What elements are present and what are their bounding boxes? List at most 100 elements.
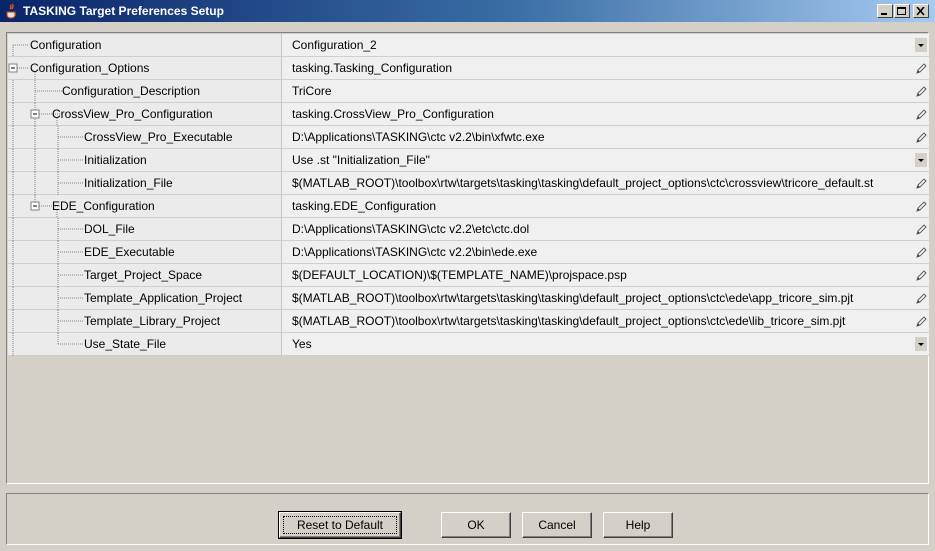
property-name: CrossView_Pro_Executable xyxy=(84,130,233,144)
property-value: $(MATLAB_ROOT)\toolbox\rtw\targets\taski… xyxy=(292,176,874,190)
property-row[interactable]: EDE_Executable D:\Applications\TASKING\ct… xyxy=(8,241,929,264)
pencil-edit-icon[interactable] xyxy=(915,245,927,259)
property-value: Configuration_2 xyxy=(292,38,377,52)
pencil-edit-icon[interactable] xyxy=(915,291,927,305)
property-row[interactable]: Template_Application_Project $(MATLAB_ROO… xyxy=(8,287,929,310)
property-value-cell[interactable]: $(DEFAULT_LOCATION)\$(TEMPLATE_NAME)\pro… xyxy=(282,264,929,286)
property-name: Target_Project_Space xyxy=(84,268,203,282)
pencil-edit-icon[interactable] xyxy=(915,314,927,328)
property-row[interactable]: Template_Library_Project $(MATLAB_ROOT)\t… xyxy=(8,310,929,333)
focus-rect xyxy=(283,516,397,534)
maximize-icon xyxy=(897,7,906,15)
property-row[interactable]: Initialization_File $(MATLAB_ROOT)\toolbo… xyxy=(8,172,929,195)
button-bar: Reset to Default OK Cancel Help xyxy=(6,493,929,545)
pencil-edit-icon[interactable] xyxy=(915,84,927,98)
close-icon xyxy=(916,7,925,16)
property-name-cell: Configuration xyxy=(8,34,282,57)
property-value: D:\Applications\TASKING\ctc v2.2\etc\ctc… xyxy=(292,222,530,236)
property-value-cell[interactable]: $(MATLAB_ROOT)\toolbox\rtw\targets\taski… xyxy=(282,310,929,332)
dropdown-arrow-icon[interactable] xyxy=(915,153,927,167)
property-value-cell[interactable]: D:\Applications\TASKING\ctc v2.2\etc\ctc… xyxy=(282,218,929,240)
property-value: $(DEFAULT_LOCATION)\$(TEMPLATE_NAME)\pro… xyxy=(292,268,627,282)
tree-lines xyxy=(12,218,84,241)
property-value-cell[interactable]: D:\Applications\TASKING\ctc v2.2\bin\xfw… xyxy=(282,126,929,148)
property-name-cell: Configuration_Options xyxy=(8,57,282,80)
pencil-edit-icon[interactable] xyxy=(915,107,927,121)
property-value-cell[interactable]: $(MATLAB_ROOT)\toolbox\rtw\targets\taski… xyxy=(282,287,929,309)
property-value-cell[interactable]: tasking.Tasking_Configuration xyxy=(282,57,929,79)
dropdown-arrow-icon[interactable] xyxy=(915,337,927,351)
property-row[interactable]: EDE_Configuration tasking.EDE_Configurati… xyxy=(8,195,929,218)
property-name-cell: Template_Library_Project xyxy=(8,310,282,333)
tree-collapse-toggle[interactable] xyxy=(30,201,41,212)
pencil-edit-icon[interactable] xyxy=(915,176,927,190)
property-value: $(MATLAB_ROOT)\toolbox\rtw\targets\taski… xyxy=(292,291,854,305)
property-name-cell: EDE_Configuration xyxy=(8,195,282,218)
cancel-button[interactable]: Cancel xyxy=(522,512,592,538)
property-value-cell[interactable]: Configuration_2 xyxy=(282,34,929,56)
close-button[interactable] xyxy=(913,4,929,18)
property-name-cell: DOL_File xyxy=(8,218,282,241)
minimize-icon xyxy=(881,13,887,15)
property-value-cell[interactable]: D:\Applications\TASKING\ctc v2.2\bin\ede… xyxy=(282,241,929,263)
property-value: Use .st "Initialization_File" xyxy=(292,153,430,167)
pencil-edit-icon[interactable] xyxy=(915,61,927,75)
property-row[interactable]: Initialization Use .st "Initialization_Fi… xyxy=(8,149,929,172)
property-name-cell: CrossView_Pro_Executable xyxy=(8,126,282,149)
tree-collapse-toggle[interactable] xyxy=(30,109,41,120)
property-name: Configuration xyxy=(30,38,102,52)
property-value-cell[interactable]: Yes xyxy=(282,333,929,355)
property-value: D:\Applications\TASKING\ctc v2.2\bin\ede… xyxy=(292,245,538,259)
tree-collapse-toggle[interactable] xyxy=(8,63,19,74)
property-value: D:\Applications\TASKING\ctc v2.2\bin\xfw… xyxy=(292,130,545,144)
property-name: Configuration_Options xyxy=(30,61,150,75)
property-name: CrossView_Pro_Configuration xyxy=(52,107,213,121)
property-value-cell[interactable]: TriCore xyxy=(282,80,929,102)
property-name: EDE_Configuration xyxy=(52,199,155,213)
property-value-cell[interactable]: Use .st "Initialization_File" xyxy=(282,149,929,171)
property-value: TriCore xyxy=(292,84,332,98)
property-value: tasking.CrossView_Pro_Configuration xyxy=(292,107,494,121)
property-row[interactable]: CrossView_Pro_Configuration tasking.Cross… xyxy=(8,103,929,126)
property-row[interactable]: Configuration Configuration_2 xyxy=(8,34,929,57)
property-value: tasking.EDE_Configuration xyxy=(292,199,437,213)
dropdown-arrow-icon[interactable] xyxy=(915,38,927,52)
property-name-cell: Template_Application_Project xyxy=(8,287,282,310)
pencil-edit-icon[interactable] xyxy=(915,268,927,282)
reset-to-default-button[interactable]: Reset to Default xyxy=(278,511,402,539)
property-name-cell: Use_State_File xyxy=(8,333,282,356)
pencil-edit-icon[interactable] xyxy=(915,222,927,236)
maximize-button[interactable] xyxy=(894,4,910,18)
minimize-button[interactable] xyxy=(877,4,893,18)
property-row[interactable]: DOL_File D:\Applications\TASKING\ctc v2.2… xyxy=(8,218,929,241)
property-value-cell[interactable]: tasking.EDE_Configuration xyxy=(282,195,929,217)
help-button[interactable]: Help xyxy=(603,512,673,538)
java-cup-icon xyxy=(6,3,17,19)
property-row[interactable]: Configuration_Description TriCore xyxy=(8,80,929,103)
property-value-cell[interactable]: tasking.CrossView_Pro_Configuration xyxy=(282,103,929,125)
pencil-edit-icon[interactable] xyxy=(915,130,927,144)
ok-button[interactable]: OK xyxy=(441,512,511,538)
property-name-cell: EDE_Executable xyxy=(8,241,282,264)
property-row[interactable]: Use_State_File Yes xyxy=(8,333,929,356)
property-name: Template_Library_Project xyxy=(84,314,221,328)
title-bar[interactable]: TASKING Target Preferences Setup xyxy=(0,0,935,22)
property-value-cell[interactable]: $(MATLAB_ROOT)\toolbox\rtw\targets\taski… xyxy=(282,172,929,194)
pencil-edit-icon[interactable] xyxy=(915,199,927,213)
property-name: Configuration_Description xyxy=(62,84,201,98)
property-name: Initialization xyxy=(84,153,147,167)
property-name: Initialization_File xyxy=(84,176,173,190)
property-name-cell: Configuration_Description xyxy=(8,80,282,103)
property-value: Yes xyxy=(292,337,312,351)
properties-panel: Configuration Configuration_2 Configuratio… xyxy=(6,32,929,484)
cancel-label: Cancel xyxy=(538,518,576,532)
window-title: TASKING Target Preferences Setup xyxy=(23,4,224,18)
property-name: EDE_Executable xyxy=(84,245,175,259)
help-label: Help xyxy=(625,518,651,532)
property-row[interactable]: Configuration_Options tasking.Tasking_Con… xyxy=(8,57,929,80)
property-name-cell: Initialization_File xyxy=(8,172,282,195)
property-row[interactable]: Target_Project_Space $(DEFAULT_LOCATION)\… xyxy=(8,264,929,287)
property-row[interactable]: CrossView_Pro_Executable D:\Applications\… xyxy=(8,126,929,149)
property-name: Template_Application_Project xyxy=(84,291,243,305)
dialog-window: TASKING Target Preferences Setup Configu… xyxy=(0,0,935,551)
